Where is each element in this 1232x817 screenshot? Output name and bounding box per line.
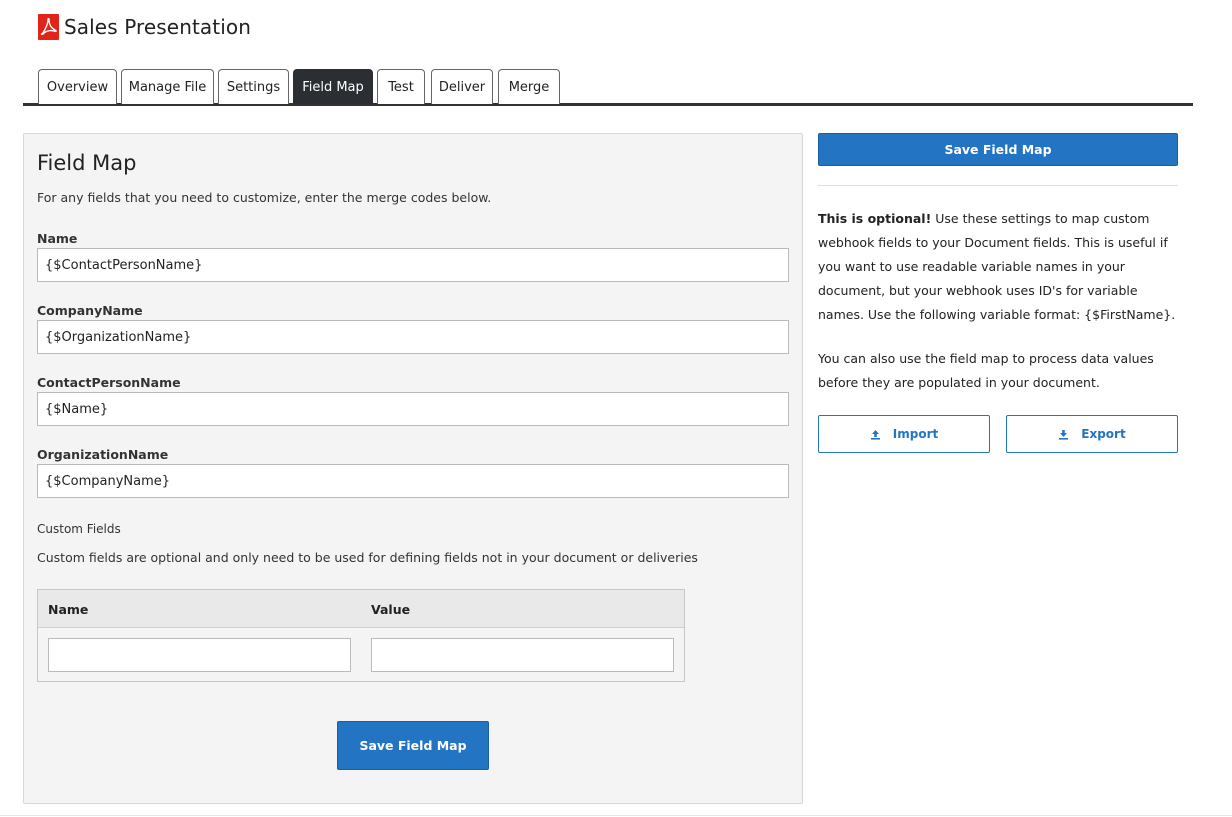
field-label-name: Name — [37, 231, 78, 246]
custom-fields-header: Name Value — [38, 590, 684, 628]
custom-fields-description: Custom fields are optional and only need… — [37, 550, 698, 565]
tab-merge[interactable]: Merge — [498, 69, 560, 104]
tab-deliver[interactable]: Deliver — [431, 69, 493, 104]
field-label-organizationname: OrganizationName — [37, 447, 169, 462]
custom-field-value-input[interactable] — [371, 638, 674, 672]
field-label-contactpersonname: ContactPersonName — [37, 375, 181, 390]
help-text-body: Use these settings to map custom webhook… — [818, 211, 1176, 322]
tab-manage-file[interactable]: Manage File — [121, 69, 214, 104]
pdf-icon — [38, 14, 59, 40]
export-label: Export — [1081, 427, 1126, 441]
page-bottom-divider — [0, 815, 1232, 816]
tab-test[interactable]: Test — [377, 69, 425, 104]
field-input-companyname[interactable] — [37, 320, 789, 354]
panel-title: Field Map — [37, 151, 137, 175]
panel-intro: For any fields that you need to customiz… — [37, 190, 492, 205]
download-icon — [1058, 429, 1069, 440]
export-button[interactable]: Export — [1006, 415, 1178, 453]
save-field-map-button[interactable]: Save Field Map — [337, 721, 489, 770]
import-button[interactable]: Import — [818, 415, 990, 453]
column-header-value: Value — [371, 602, 411, 617]
sidebar-divider — [818, 185, 1178, 186]
save-field-map-button-top[interactable]: Save Field Map — [818, 133, 1178, 166]
field-map-panel: Field Map For any fields that you need t… — [23, 133, 803, 804]
field-input-organizationname[interactable] — [37, 464, 789, 498]
tab-bar: Overview Manage File Settings Field Map … — [23, 69, 1193, 106]
field-label-companyname: CompanyName — [37, 303, 143, 318]
custom-fields-table: Name Value — [37, 589, 685, 682]
app-title: Sales Presentation — [64, 15, 251, 39]
app-header: Sales Presentation — [38, 14, 251, 40]
import-label: Import — [892, 427, 939, 441]
column-header-name: Name — [48, 602, 89, 617]
tab-overview[interactable]: Overview — [38, 69, 117, 104]
field-input-contactpersonname[interactable] — [37, 392, 789, 426]
upload-icon — [870, 429, 881, 440]
help-text-secondary: You can also use the field map to proces… — [818, 351, 1154, 390]
tab-settings[interactable]: Settings — [218, 69, 289, 104]
help-text: This is optional! Use these settings to … — [818, 207, 1183, 327]
custom-field-name-input[interactable] — [48, 638, 351, 672]
custom-fields-label: Custom Fields — [37, 522, 121, 536]
tab-field-map[interactable]: Field Map — [293, 69, 373, 104]
help-text-emphasis: This is optional! — [818, 211, 932, 226]
field-input-name[interactable] — [37, 248, 789, 282]
